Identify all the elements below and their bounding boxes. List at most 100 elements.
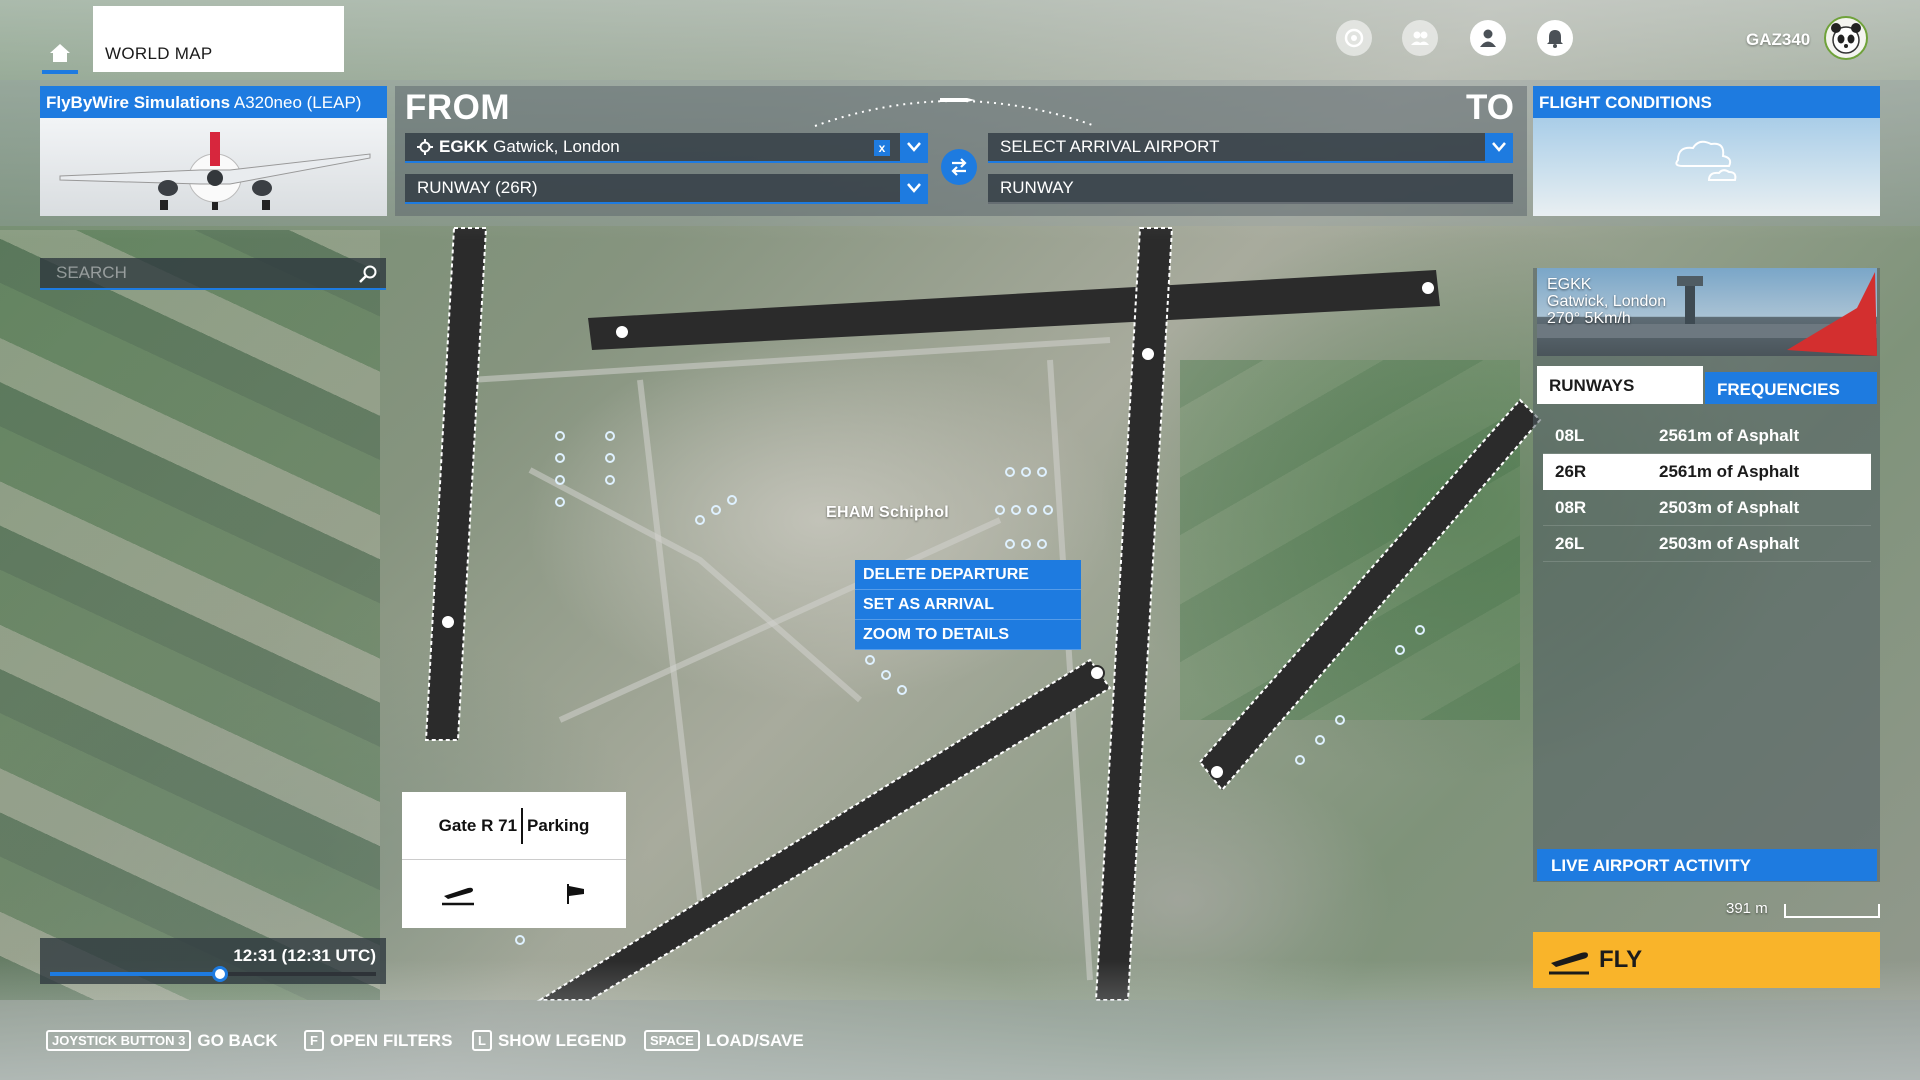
runway-desc: 2561m of Asphalt	[1659, 425, 1800, 445]
fly-label: FLY	[1599, 946, 1643, 973]
notifications-icon[interactable]	[1537, 20, 1573, 56]
controls-hint-bar	[0, 1000, 1920, 1080]
chevron-down-icon[interactable]	[900, 133, 928, 161]
hint-label: GO BACK	[197, 1030, 278, 1050]
windsock-icon[interactable]	[564, 882, 586, 906]
time-knob[interactable]	[211, 966, 228, 982]
list-item[interactable]: 08R 2503m of Asphalt	[1543, 490, 1871, 526]
page-title: WORLD MAP	[93, 6, 344, 72]
runway-end-marker	[1140, 346, 1156, 362]
runway-desc: 2503m of Asphalt	[1659, 497, 1800, 517]
context-menu: DELETE DEPARTURE SET AS ARRIVAL ZOOM TO …	[855, 560, 1081, 650]
departure-name: Gatwick, London	[493, 137, 620, 156]
set-as-arrival-item[interactable]: SET AS ARRIVAL	[855, 590, 1081, 620]
runway-list: 08L 2561m of Asphalt 26R 2561m of Asphalt …	[1543, 418, 1871, 562]
search-icon[interactable]	[358, 264, 378, 289]
achievements-icon[interactable]	[1336, 20, 1372, 56]
hint-label: SHOW LEGEND	[497, 1030, 627, 1050]
departure-runway-select[interactable]: RUNWAY (26R)	[405, 174, 928, 204]
key-badge: SPACE	[644, 1030, 700, 1051]
avatar[interactable]	[1824, 16, 1868, 60]
departure-runway: RUNWAY (26R)	[417, 178, 538, 197]
hint-show-legend[interactable]: L SHOW LEGEND	[472, 1030, 626, 1051]
swap-airports-button[interactable]	[941, 149, 977, 185]
runway-desc: 2561m of Asphalt	[1659, 461, 1800, 481]
tab-runways[interactable]: RUNWAYS	[1537, 366, 1703, 404]
zoom-to-details-item[interactable]: ZOOM TO DETAILS	[855, 620, 1081, 650]
time-track[interactable]	[50, 966, 376, 982]
key-badge: JOYSTICK BUTTON 3	[46, 1030, 192, 1051]
gate-header: Gate R 71 Parking	[402, 792, 626, 860]
aircraft-title: FlyByWire Simulations A320neo (LEAP)	[40, 86, 387, 118]
runway-west	[426, 228, 486, 740]
hint-label: LOAD/SAVE	[705, 1030, 804, 1050]
cloud-icon	[1675, 140, 1737, 181]
runway-east	[1200, 400, 1540, 790]
gate-actions	[402, 860, 626, 928]
location-icon	[417, 139, 433, 155]
runway-id: 26L	[1555, 533, 1585, 553]
departure-icon[interactable]	[440, 882, 476, 906]
list-item[interactable]: 26L 2503m of Asphalt	[1543, 526, 1871, 562]
clear-departure-button[interactable]: x	[874, 140, 890, 156]
runway-id: 26R	[1555, 461, 1587, 481]
hint-open-filters[interactable]: F OPEN FILTERS	[304, 1030, 452, 1051]
arrival-runway: RUNWAY	[1000, 178, 1074, 197]
gate-divider	[521, 807, 524, 844]
gate-card[interactable]: Gate R 71 Parking	[402, 792, 626, 928]
runway-end-marker	[1209, 764, 1225, 780]
flight-conditions-title: FLIGHT CONDITIONS	[1533, 86, 1880, 118]
tab-frequencies[interactable]: FREQUENCIES	[1705, 372, 1877, 404]
live-airport-activity-button[interactable]: LIVE AIRPORT ACTIVITY	[1537, 849, 1877, 881]
airport-name: Gatwick, London	[1547, 293, 1667, 310]
departure-airport-select[interactable]: EGKK Gatwick, London x	[405, 133, 928, 163]
runway-end-marker	[1089, 665, 1105, 681]
time-of-day-slider[interactable]: 12:31 (12:31 UTC)	[40, 938, 386, 984]
home-button[interactable]	[40, 34, 80, 74]
map-scale-label: 391 m	[1726, 900, 1768, 917]
runway-north	[588, 270, 1440, 350]
airplane-icon	[59, 132, 371, 210]
airport-info-panel: EGKK Gatwick, London 270° 5Km/h RUNWAYS …	[1533, 268, 1880, 882]
fly-button[interactable]: FLY	[1533, 932, 1880, 988]
search-box[interactable]	[40, 258, 386, 290]
runway-end-marker	[614, 324, 630, 340]
gate-type: Parking	[527, 815, 590, 835]
profile-icon[interactable]	[1470, 20, 1506, 56]
runway-end-marker	[1420, 280, 1436, 296]
arrival-runway-select[interactable]: RUNWAY	[988, 174, 1513, 204]
list-item-selected[interactable]: 26R 2561m of Asphalt	[1543, 454, 1871, 490]
chevron-down-icon[interactable]	[1485, 133, 1513, 161]
airport-photo: EGKK Gatwick, London 270° 5Km/h	[1537, 268, 1877, 356]
runway-end-marker	[440, 614, 456, 630]
hint-load-save[interactable]: SPACE LOAD/SAVE	[644, 1030, 804, 1051]
delete-departure-item[interactable]: DELETE DEPARTURE	[855, 560, 1081, 590]
list-item[interactable]: 08L 2561m of Asphalt	[1543, 418, 1871, 454]
arrival-placeholder: SELECT ARRIVAL AIRPORT	[1000, 137, 1220, 156]
time-fill	[50, 972, 220, 976]
aircraft-card[interactable]: FlyByWire Simulations A320neo (LEAP)	[40, 86, 387, 216]
home-icon	[50, 44, 70, 62]
airport-map-label[interactable]: EHAM Schiphol	[826, 504, 949, 522]
key-badge: F	[304, 1030, 324, 1051]
key-badge: L	[472, 1030, 492, 1051]
friends-icon[interactable]	[1402, 20, 1438, 56]
chevron-down-icon[interactable]	[900, 174, 928, 202]
airport-tabs: RUNWAYS FREQUENCIES	[1537, 366, 1877, 404]
aircraft-image	[40, 118, 387, 216]
search-input[interactable]	[40, 258, 386, 288]
swap-icon	[951, 158, 967, 176]
hint-label: OPEN FILTERS	[329, 1030, 453, 1050]
username[interactable]: GAZ340	[1746, 30, 1810, 50]
time-display: 12:31 (12:31 UTC)	[233, 946, 376, 965]
runway-desc: 2503m of Asphalt	[1659, 533, 1800, 553]
aircraft-model: A320neo (LEAP)	[233, 93, 362, 112]
flight-conditions-card[interactable]: FLIGHT CONDITIONS	[1533, 86, 1880, 216]
arrival-airport-select[interactable]: SELECT ARRIVAL AIRPORT	[988, 133, 1513, 163]
runway-id: 08L	[1555, 425, 1585, 445]
to-label: TO	[1466, 88, 1514, 127]
runway-id: 08R	[1555, 497, 1587, 517]
hint-go-back[interactable]: JOYSTICK BUTTON 3 GO BACK	[46, 1030, 278, 1051]
sky-image	[1533, 118, 1880, 216]
departure-code: EGKK	[439, 137, 489, 156]
